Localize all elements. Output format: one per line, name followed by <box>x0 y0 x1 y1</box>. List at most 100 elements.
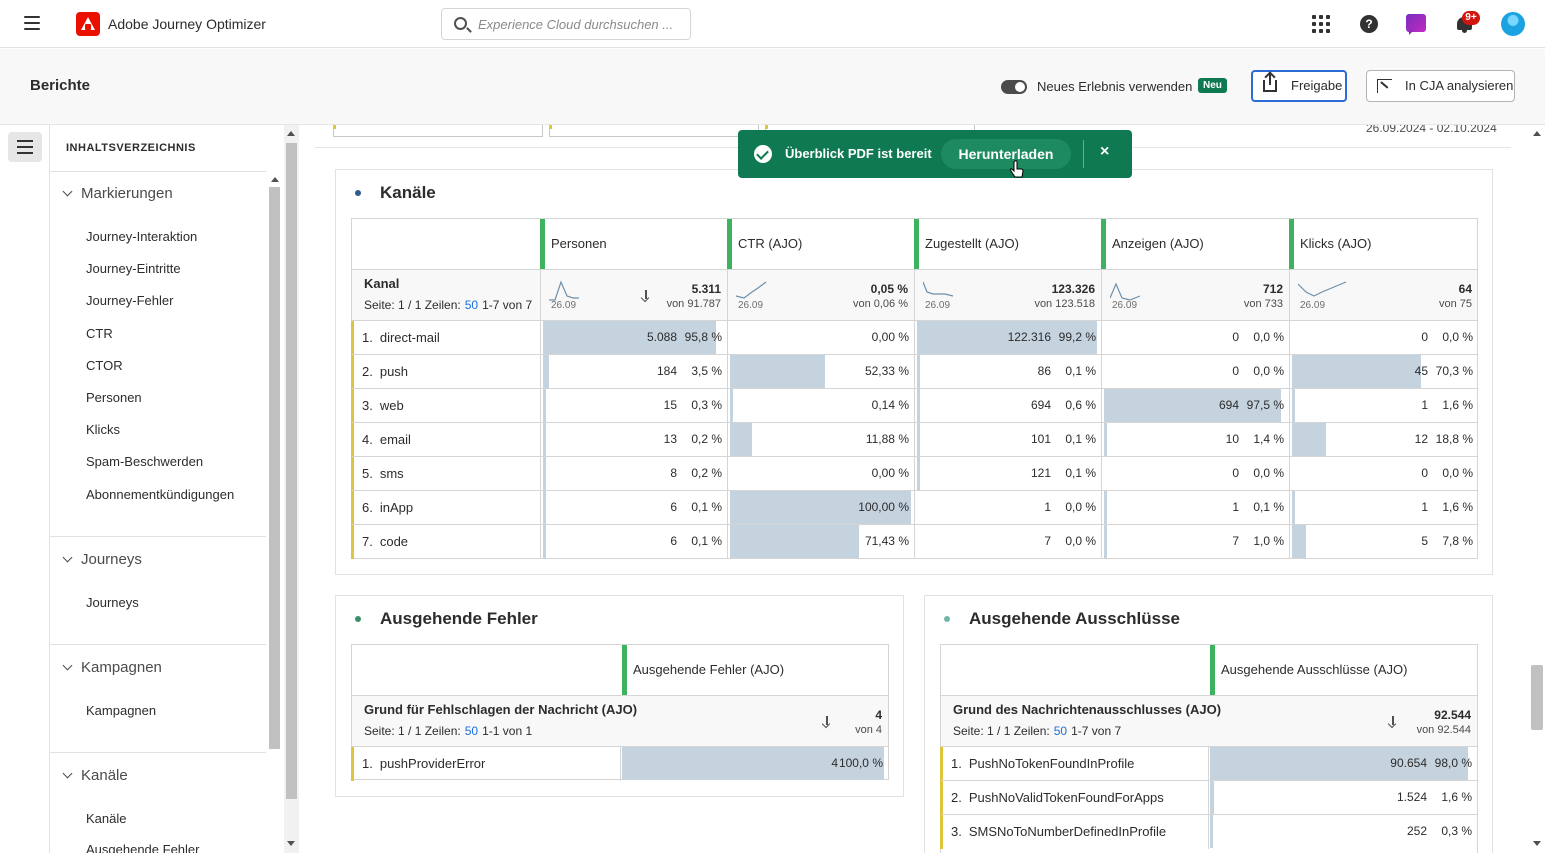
filter-chip[interactable] <box>333 125 543 137</box>
column-header[interactable]: Anzeigen (AJO) <box>1101 219 1289 269</box>
column-header[interactable]: Ausgehende Fehler (AJO) <box>622 645 888 695</box>
scrollbar-thumb[interactable] <box>269 187 280 749</box>
row-label[interactable]: 3. SMSNoToNumberDefinedInProfile <box>951 824 1166 839</box>
row-label[interactable]: 6. inApp <box>362 500 413 515</box>
close-icon[interactable]: × <box>1100 143 1109 161</box>
cell-percent: 0,0 % <box>1065 534 1096 548</box>
dimension-name[interactable]: Kanal <box>364 276 399 291</box>
analyze-in-cja-button[interactable]: In CJA analysieren <box>1366 70 1515 102</box>
toc-scrollbar[interactable] <box>267 175 282 853</box>
row-label[interactable]: 1. PushNoTokenFoundInProfile <box>951 756 1134 771</box>
page-size-link[interactable]: 50 <box>1054 724 1067 738</box>
table-row[interactable]: 2. push 184 3,5 % 52,33 % 86 0,1 % 0 0,0 % 45 70,3… <box>351 354 1477 389</box>
toc-section-kanaele[interactable]: Kanäle <box>62 767 128 784</box>
filter-chip[interactable] <box>549 125 759 137</box>
toc-item-spam-beschwerden[interactable]: Spam-Beschwerden <box>86 454 203 469</box>
dimension-name[interactable]: Grund des Nachrichtenausschlusses (AJO) <box>953 702 1221 717</box>
feedback-icon[interactable] <box>1406 14 1426 35</box>
metric-cell: 122.316 99,2 % <box>914 321 1101 355</box>
toc-item-personen[interactable]: Personen <box>86 390 142 405</box>
value-bar <box>543 457 546 490</box>
share-button[interactable]: Freigabe <box>1251 70 1347 102</box>
table-row[interactable]: 5. sms 8 0,2 % 0,00 % 121 0,1 % 0 0,0 % 0 0,0 % <box>351 456 1477 491</box>
toc-item-kampagnen[interactable]: Kampagnen <box>86 703 156 718</box>
search-input[interactable] <box>478 15 683 33</box>
help-icon[interactable]: ? <box>1360 15 1378 33</box>
hamburger-menu-icon[interactable] <box>24 16 40 30</box>
value-bar <box>1292 389 1295 422</box>
row-label[interactable]: 1. pushProviderError <box>362 756 485 771</box>
table-row[interactable]: 3. web 15 0,3 % 0,14 % 694 0,6 % 694 97,5 % 1 1,6 … <box>351 388 1477 423</box>
sparkline-date: 26.09 <box>738 300 764 311</box>
sort-descending-icon[interactable] <box>1388 716 1397 727</box>
toc-item-kanaele[interactable]: Kanäle <box>86 811 126 826</box>
table-row[interactable]: 7. code 6 0,1 % 71,43 % 7 0,0 % 7 1,0 % 5 7,8 % <box>351 524 1477 559</box>
cell-percent: 0,1 % <box>691 500 722 514</box>
toc-item-journey-fehler[interactable]: Journey-Fehler <box>86 293 173 308</box>
sort-descending-icon[interactable] <box>641 290 650 301</box>
table-row[interactable]: 3. SMSNoToNumberDefinedInProfile 252 0,3 % <box>940 814 1477 849</box>
page-size-link[interactable]: 50 <box>465 724 478 738</box>
toc-item-abonnementkuendigungen[interactable]: Abonnementkündigungen <box>86 487 234 502</box>
toc-item-journey-eintritte[interactable]: Journey-Eintritte <box>86 261 181 276</box>
scroll-up-icon[interactable] <box>271 177 279 182</box>
row-label[interactable]: 7. code <box>362 534 408 549</box>
scroll-up-icon[interactable] <box>1533 131 1541 136</box>
scroll-down-icon[interactable] <box>287 841 295 846</box>
row-label[interactable]: 1. direct-mail <box>362 330 440 345</box>
pagination-info: Seite: 1 / 1 Zeilen: 50 1-7 von 7 <box>364 298 533 312</box>
panel-dot-icon <box>944 616 950 622</box>
cell-percent: 100,0 % <box>838 756 883 770</box>
toc-section-markierungen[interactable]: Markierungen <box>62 185 173 202</box>
toc-section-journeys[interactable]: Journeys <box>62 551 142 568</box>
table-row[interactable]: 1. direct-mail 5.088 95,8 % 0,00 % 122.316 99,… <box>351 320 1477 355</box>
metric-cell: 184 3,5 % <box>540 355 727 389</box>
cell-percent: 0,3 % <box>1441 824 1472 838</box>
value-bar <box>543 491 546 524</box>
table-of-contents-icon[interactable] <box>8 132 42 162</box>
toc-item-journeys[interactable]: Journeys <box>86 595 139 610</box>
scrollbar-thumb[interactable] <box>1531 665 1543 730</box>
sort-descending-icon[interactable] <box>822 716 831 727</box>
page-size-link[interactable]: 50 <box>465 298 478 312</box>
app-title[interactable]: Adobe Journey Optimizer <box>108 16 266 32</box>
table-row[interactable]: 1. PushNoTokenFoundInProfile 90.654 98,0 % <box>940 746 1477 781</box>
table-row[interactable]: 4. email 13 0,2 % 11,88 % 101 0,1 % 10 1,4 % 12 18… <box>351 422 1477 457</box>
scroll-down-icon[interactable] <box>1533 841 1541 846</box>
toc-item-klicks[interactable]: Klicks <box>86 422 120 437</box>
toc-item-ctor[interactable]: CTOR <box>86 358 123 373</box>
apps-grid-icon[interactable] <box>1312 15 1330 33</box>
panel-scrollbar[interactable] <box>284 125 299 853</box>
metric-cell: 6 0,1 % <box>540 525 727 559</box>
dimension-name[interactable]: Grund für Fehlschlagen der Nachricht (AJ… <box>364 702 637 717</box>
toc-item-ctr[interactable]: CTR <box>86 326 113 341</box>
row-label[interactable]: 5. sms <box>362 466 404 481</box>
table-row[interactable]: 2. PushNoValidTokenFoundForApps 1.524 1,6 % <box>940 780 1477 815</box>
scrollbar-thumb[interactable] <box>286 143 297 799</box>
toc-section-kampagnen[interactable]: Kampagnen <box>62 659 162 676</box>
column-header[interactable]: Zugestellt (AJO) <box>914 219 1101 269</box>
download-button[interactable]: Herunterladen <box>941 139 1071 169</box>
row-label[interactable]: 2. PushNoValidTokenFoundForApps <box>951 790 1164 805</box>
table-row[interactable]: 1. pushProviderError 4 100,0 % <box>351 746 888 781</box>
search-box[interactable] <box>441 8 691 40</box>
toc-heading: INHALTSVERZEICHNIS <box>66 142 196 154</box>
table-row[interactable]: 6. inApp 6 0,1 % 100,00 % 1 0,0 % 1 0,1 % 1 1,6 % <box>351 490 1477 525</box>
main-scrollbar[interactable] <box>1529 125 1545 853</box>
metric-total-of: von 123.518 <box>1034 298 1095 310</box>
scroll-up-icon[interactable] <box>287 131 295 136</box>
row-label[interactable]: 2. push <box>362 364 408 379</box>
row-label[interactable]: 3. web <box>362 398 404 413</box>
column-header[interactable]: CTR (AJO) <box>727 219 914 269</box>
new-experience-toggle[interactable] <box>1001 80 1027 94</box>
cell-value: 0 <box>1232 364 1239 378</box>
toc-item-ausgehende-fehler[interactable]: Ausgehende Fehler <box>86 842 199 853</box>
column-header[interactable]: Ausgehende Ausschlüsse (AJO) <box>1210 645 1477 695</box>
exclusions-table: Ausgehende Ausschlüsse (AJO) Grund des Na… <box>940 644 1478 853</box>
toc-item-journey-interaktion[interactable]: Journey-Interaktion <box>86 229 197 244</box>
user-avatar[interactable] <box>1501 12 1525 36</box>
column-header[interactable]: Klicks (AJO) <box>1289 219 1478 269</box>
column-header[interactable]: Personen <box>540 219 727 269</box>
adobe-logo-icon[interactable] <box>76 12 100 36</box>
row-label[interactable]: 4. email <box>362 432 411 447</box>
